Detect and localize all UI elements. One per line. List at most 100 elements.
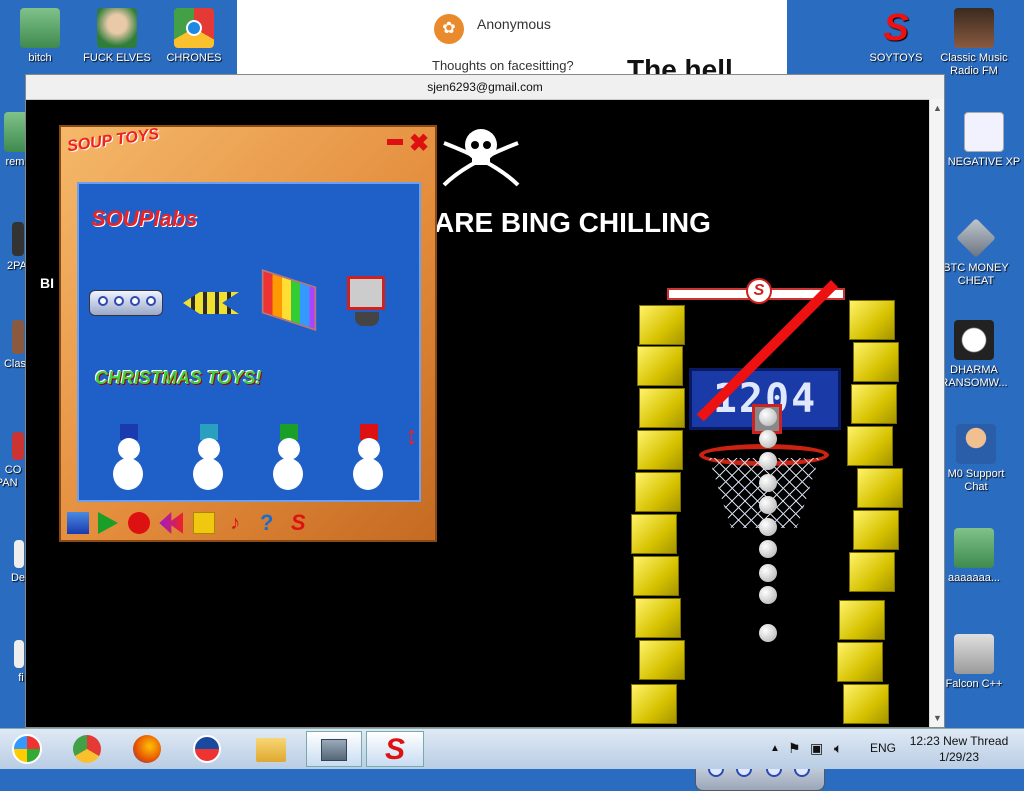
slot-hole <box>114 296 124 306</box>
yellow-block <box>839 600 885 640</box>
desktop-icon-label: aaaaaaa... <box>948 572 1000 584</box>
yellow-block <box>631 514 677 554</box>
scroll-up-icon[interactable]: ▲ <box>933 103 942 113</box>
desktop-icon-falcon[interactable]: Falcon C++ <box>934 634 1014 691</box>
taskbar-obama[interactable] <box>182 731 232 767</box>
file-icon <box>14 540 24 568</box>
chevron-toy-button[interactable] <box>183 292 239 314</box>
soytoys-s-icon[interactable]: S <box>287 512 309 534</box>
desktop-icon-btc[interactable]: BTC MONEY CHEAT <box>936 218 1016 288</box>
record-icon[interactable] <box>127 512 150 534</box>
file-icon <box>14 640 24 668</box>
snowman-toy-button[interactable] <box>191 424 225 496</box>
trash-icon <box>954 634 994 674</box>
ball-dispenser-toy-button[interactable] <box>89 290 163 316</box>
desktop-icon-label: SOYTOYS <box>869 52 923 64</box>
chrome-icon <box>174 8 214 48</box>
folder-icon <box>256 738 286 762</box>
close-icon[interactable]: ✖ <box>409 129 429 158</box>
slot-hole <box>98 296 108 306</box>
help-icon[interactable]: ? <box>256 512 278 534</box>
volume-icon[interactable]: 🔈︎ <box>834 740 842 757</box>
stop-icon[interactable] <box>192 512 215 534</box>
dropper-toy-base <box>355 312 379 326</box>
music-note-icon[interactable]: ♪ <box>224 512 246 534</box>
taskbar-firefox[interactable] <box>122 731 172 767</box>
slot-hole <box>130 296 140 306</box>
notification-author: Anonymous <box>477 16 551 32</box>
desktop-icon-bitch[interactable]: bitch <box>0 8 80 65</box>
desktop-icon-negative-xp[interactable]: NEGATIVE XP <box>944 112 1024 169</box>
chrome-icon <box>73 735 101 763</box>
portrait-icon <box>954 8 994 48</box>
notification-big-text: The hell <box>627 54 733 74</box>
souplabs-title: SOUPlabs <box>91 206 198 231</box>
desktop-icon-chrones[interactable]: CHRONES <box>154 8 234 65</box>
taskbar-control-panel[interactable] <box>306 731 362 767</box>
desktop-icon-label: bitch <box>28 52 52 64</box>
taskbar-explorer[interactable] <box>246 731 296 767</box>
desktop-icon-aaaa[interactable]: aaaaaaa... <box>934 528 1014 585</box>
desktop-icon-label: Classic Music Radio FM <box>940 52 1008 77</box>
vertical-scrollbar[interactable]: ▲ ▼ <box>929 99 944 727</box>
desktop-icon-de[interactable]: De <box>0 540 28 585</box>
desktop-icon-soytoys[interactable]: S SOYTOYS <box>856 8 936 65</box>
desktop-icon-label: fi <box>18 672 24 684</box>
weight-icon[interactable] <box>67 512 89 534</box>
christmas-toys-title: CHRISTMAS TOYS! <box>95 368 262 388</box>
yellow-block <box>849 552 895 592</box>
desktop-icon-label: M0 Support Chat <box>947 468 1005 493</box>
desktop-icon-dharma[interactable]: DHARMA RANSOMW... <box>934 320 1014 390</box>
page-side-text: BI <box>40 275 54 291</box>
yellow-block <box>637 430 683 470</box>
snowman-toy-button[interactable] <box>111 424 145 496</box>
clock[interactable]: 12:23 New Thread 1/29/23 <box>904 733 1014 765</box>
desktop-icon-classic-music[interactable]: Classic Music Radio FM <box>934 8 1014 78</box>
flag-icon[interactable]: ⚑ <box>788 740 801 757</box>
desktop-icon-label: BTC MONEY CHEAT <box>943 262 1009 287</box>
yellow-block <box>851 384 897 424</box>
network-icon[interactable]: ▣ <box>810 740 823 757</box>
desktop-icon-fi[interactable]: fi <box>0 640 28 685</box>
minimize-button[interactable] <box>387 139 403 145</box>
basketball-toy[interactable]: S 1204 <box>631 278 906 791</box>
bunny-icon <box>964 112 1004 152</box>
desktop-icon-fuck-elves[interactable]: FUCK ELVES <box>77 8 157 65</box>
soytoys-s-icon: S <box>883 7 909 49</box>
ball <box>759 624 777 642</box>
snowman-head <box>278 438 300 460</box>
snowman-toy-button[interactable] <box>271 424 305 496</box>
yellow-block <box>635 598 681 638</box>
firefox-icon <box>133 735 161 763</box>
desktop-icon-co[interactable]: CO SPAN <box>0 432 28 490</box>
desktop-icon-clas[interactable]: Clas <box>0 320 28 371</box>
language-indicator[interactable]: ENG <box>870 741 896 755</box>
obama-logo-icon <box>193 735 221 763</box>
desktop-icon-rem[interactable]: rem <box>0 112 28 169</box>
show-hidden-icons-icon[interactable]: ▲ <box>770 743 780 754</box>
yellow-block <box>637 346 683 386</box>
dropper-toy-button[interactable] <box>347 276 385 310</box>
taskbar-chrome[interactable] <box>62 731 112 767</box>
paw-avatar-icon: ✿ <box>434 14 464 44</box>
play-icon[interactable] <box>98 512 119 534</box>
yellow-block <box>639 388 685 428</box>
desktop-icon-2pa[interactable]: 2PA <box>0 222 28 273</box>
desktop-icon-support[interactable]: M0 Support Chat <box>936 424 1016 494</box>
desktop-icon-label: FUCK ELVES <box>83 52 151 64</box>
scroll-down-icon[interactable]: ▼ <box>933 713 942 723</box>
soup-toys-window: SOUP TOYS ✖ SOUPlabs CHRISTMAS TOYS! ↕ ♪… <box>59 125 437 542</box>
notification-card[interactable]: ✿ Anonymous Thoughts on facesitting? The… <box>237 0 787 74</box>
rewind-icon[interactable] <box>159 512 184 534</box>
skull-icon <box>954 320 994 360</box>
start-button[interactable] <box>0 731 54 767</box>
computer-icon <box>321 739 347 761</box>
snowman-toy-button[interactable] <box>351 424 385 496</box>
scroll-arrows-icon[interactable]: ↕ <box>405 420 418 451</box>
taskbar-soytoys[interactable]: S <box>366 731 424 767</box>
soytoys-s-icon: S <box>384 733 405 766</box>
xylophone-toy-button[interactable] <box>261 269 317 331</box>
snowman-body <box>193 458 223 490</box>
ball <box>759 586 777 604</box>
snowman-head <box>198 438 220 460</box>
